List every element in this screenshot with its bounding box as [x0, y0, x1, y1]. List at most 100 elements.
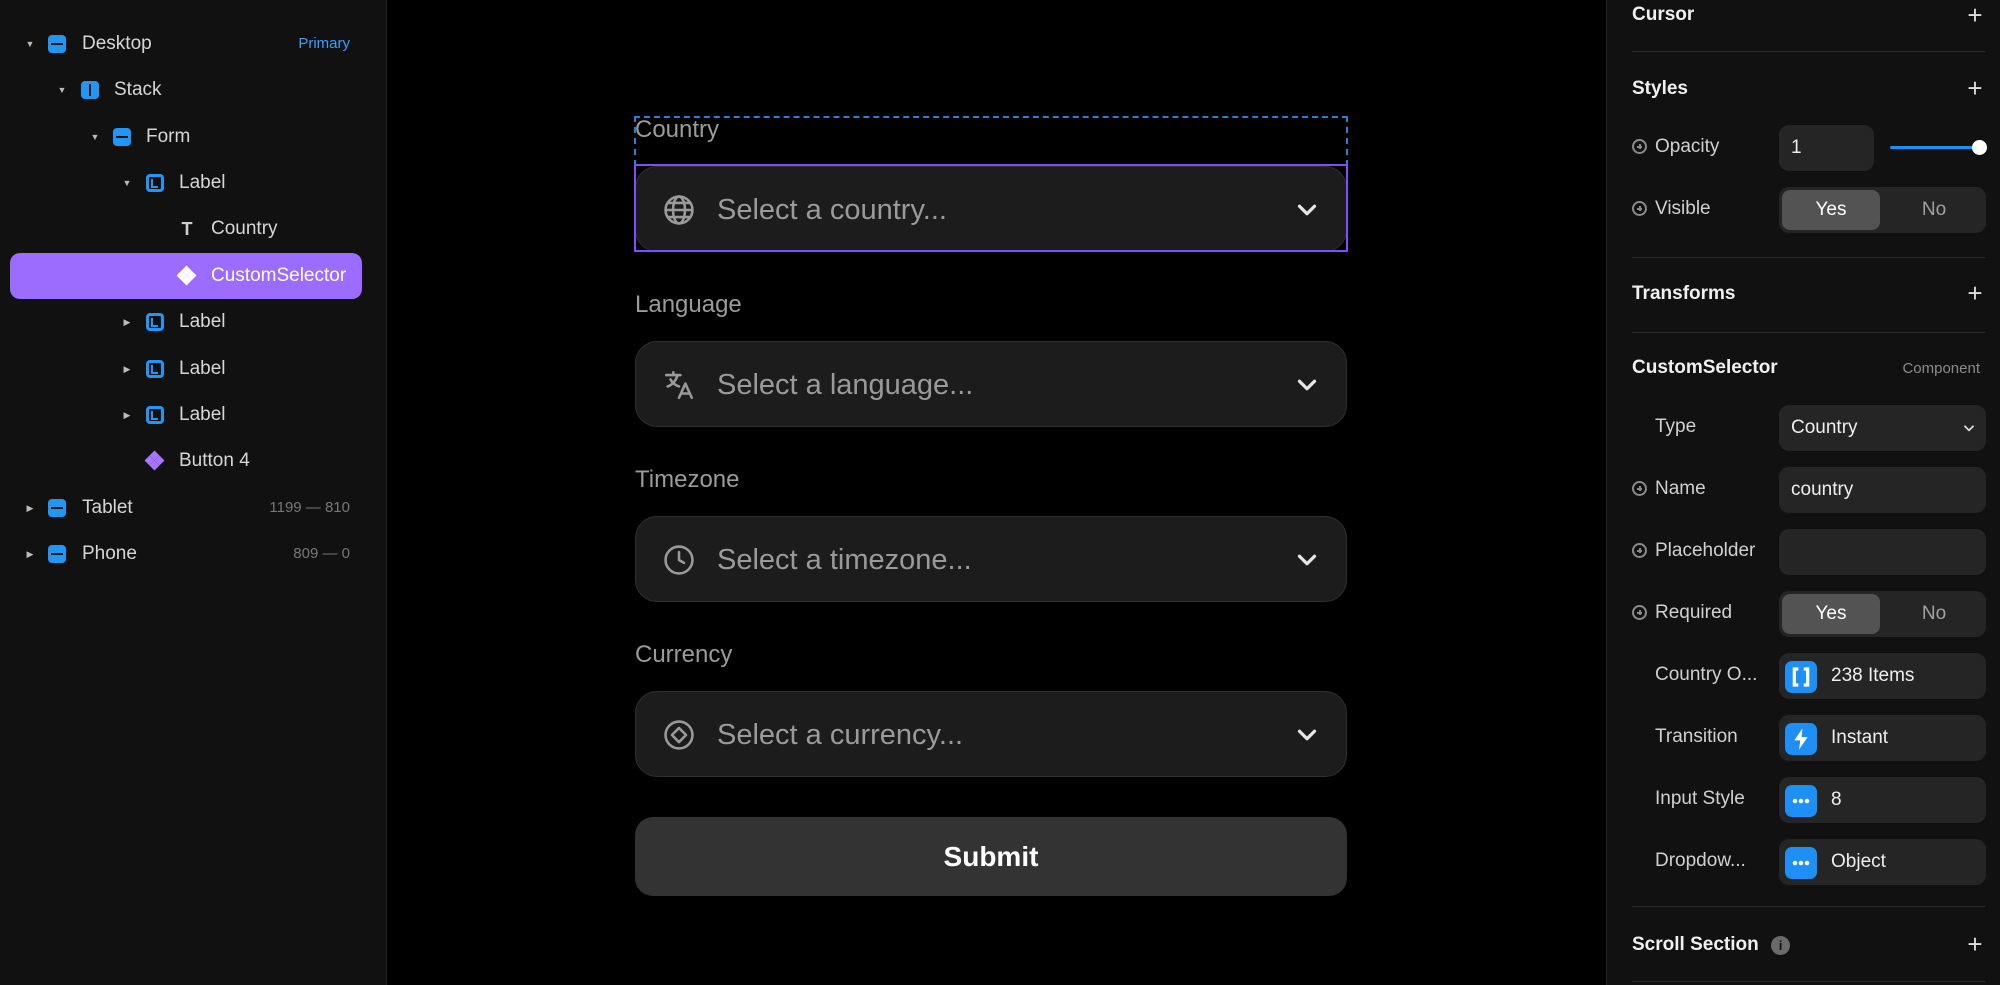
caret-down-icon[interactable]: ▼: [55, 67, 69, 113]
layers-panel: ▼ Desktop Primary ▼ Stack ▼ Form ▼ Label…: [0, 0, 387, 985]
layer-label: Button 4: [179, 450, 250, 471]
add-variable-icon[interactable]: [1632, 481, 1647, 496]
layer-stack[interactable]: ▼ Stack: [10, 67, 362, 113]
required-yes-option[interactable]: Yes: [1782, 594, 1880, 634]
layer-label-currency[interactable]: ▶ Label: [10, 392, 362, 438]
stack-vertical-icon: [113, 128, 131, 146]
layer-text-country[interactable]: T Country: [10, 206, 362, 252]
stack-horizontal-icon: [81, 81, 99, 99]
currency-select[interactable]: Select a currency...: [635, 691, 1347, 777]
caret-right-icon[interactable]: ▶: [120, 299, 134, 345]
language-placeholder: Select a language...: [717, 369, 974, 401]
placeholder-input[interactable]: [1779, 529, 1986, 575]
visible-toggle[interactable]: Yes No: [1779, 187, 1986, 233]
label-icon: [146, 406, 164, 424]
info-icon[interactable]: i: [1771, 936, 1790, 955]
caret-down-icon[interactable]: ▼: [120, 160, 134, 206]
language-select[interactable]: Select a language...: [635, 341, 1347, 427]
add-variable-icon[interactable]: [1632, 605, 1647, 620]
field-label-timezone: Timezone: [635, 466, 740, 493]
dropdown-value: Object: [1831, 851, 1886, 872]
input-style-value: 8: [1831, 789, 1842, 810]
input-style-field[interactable]: 8: [1779, 777, 1986, 823]
field-label-language: Language: [635, 291, 742, 318]
layer-label: CustomSelector: [211, 265, 347, 286]
chevron-down-icon: [1297, 729, 1317, 741]
add-variable-icon[interactable]: [1632, 201, 1647, 216]
selection-outline: [634, 164, 1348, 252]
placeholder-label: Placeholder: [1655, 540, 1756, 561]
add-variable-icon[interactable]: [1632, 139, 1647, 154]
required-no-option[interactable]: No: [1885, 594, 1983, 634]
dropdown-field[interactable]: Object: [1779, 839, 1986, 885]
dropdown-label: Dropdow...: [1655, 850, 1746, 871]
name-label: Name: [1655, 478, 1706, 499]
caret-down-icon[interactable]: ▼: [23, 21, 37, 67]
caret-right-icon[interactable]: ▶: [120, 392, 134, 438]
add-scroll-plus-icon[interactable]: +: [1964, 931, 1986, 957]
add-transform-plus-icon[interactable]: +: [1964, 280, 1986, 306]
transition-value: Instant: [1831, 727, 1889, 748]
section-title-component: CustomSelector: [1632, 357, 1778, 378]
caret-down-icon[interactable]: ▼: [88, 114, 102, 160]
required-toggle[interactable]: Yes No: [1779, 591, 1986, 637]
type-value: Country: [1791, 417, 1858, 438]
add-variable-icon[interactable]: [1632, 543, 1647, 558]
component-kind-label: Component: [1902, 360, 1980, 377]
component-icon: [176, 265, 197, 286]
layer-form[interactable]: ▼ Form: [10, 114, 362, 160]
layer-label-country[interactable]: ▼ Label: [10, 160, 362, 206]
name-input[interactable]: country: [1779, 467, 1986, 513]
layer-label: Label: [179, 311, 226, 332]
timezone-select[interactable]: Select a timezone...: [635, 516, 1347, 602]
add-style-plus-icon[interactable]: +: [1964, 75, 1986, 101]
layer-label: Phone: [82, 543, 137, 564]
name-value: country: [1791, 479, 1854, 500]
breakpoint-badge: Primary: [298, 35, 350, 52]
divider: [1632, 51, 1985, 52]
array-icon: [1785, 661, 1817, 693]
caret-right-icon[interactable]: ▶: [120, 346, 134, 392]
more-dots-icon: [1785, 847, 1817, 879]
stack-vertical-icon: [48, 499, 66, 517]
layer-tablet[interactable]: ▶ Tablet 1199 — 810: [10, 485, 362, 531]
layer-label: Form: [146, 126, 191, 147]
country-options-label: Country O...: [1655, 664, 1758, 685]
layer-label-timezone[interactable]: ▶ Label: [10, 346, 362, 392]
country-options-field[interactable]: 238 Items: [1779, 653, 1986, 699]
type-select[interactable]: Country: [1779, 405, 1986, 451]
layer-customselector[interactable]: CustomSelector: [10, 253, 362, 299]
transition-field[interactable]: Instant: [1779, 715, 1986, 761]
divider: [1632, 981, 1985, 982]
required-label: Required: [1655, 602, 1733, 623]
chevron-down-icon: [1297, 379, 1317, 391]
layer-desktop[interactable]: ▼ Desktop Primary: [10, 21, 362, 67]
section-title-cursor: Cursor: [1632, 4, 1695, 25]
layer-button-4[interactable]: Button 4: [10, 438, 362, 484]
submit-button[interactable]: Submit: [635, 817, 1347, 896]
visible-no-option[interactable]: No: [1885, 190, 1983, 230]
opacity-slider-handle[interactable]: [1972, 140, 1987, 155]
layer-phone[interactable]: ▶ Phone 809 — 0: [10, 531, 362, 577]
lightning-icon: [1785, 723, 1817, 755]
opacity-input[interactable]: 1: [1779, 125, 1874, 171]
caret-right-icon[interactable]: ▶: [23, 531, 37, 577]
text-icon: T: [181, 219, 193, 239]
type-label: Type: [1655, 416, 1697, 437]
opacity-value: 1: [1791, 137, 1802, 158]
visible-yes-option[interactable]: Yes: [1782, 190, 1880, 230]
section-title-styles: Styles: [1632, 78, 1688, 99]
component-icon: [144, 450, 165, 471]
chevron-down-icon: [1964, 425, 1974, 432]
layer-label: Tablet: [82, 497, 133, 518]
add-cursor-plus-icon[interactable]: +: [1964, 2, 1986, 28]
layer-label: Label: [179, 172, 226, 193]
chevron-down-icon: [1297, 554, 1317, 566]
caret-right-icon[interactable]: ▶: [23, 485, 37, 531]
section-title-transforms: Transforms: [1632, 283, 1736, 304]
layer-label-language[interactable]: ▶ Label: [10, 299, 362, 345]
opacity-slider-track[interactable]: [1890, 146, 1977, 149]
divider: [1632, 332, 1985, 333]
layer-label: Label: [179, 404, 226, 425]
divider: [1632, 906, 1985, 907]
